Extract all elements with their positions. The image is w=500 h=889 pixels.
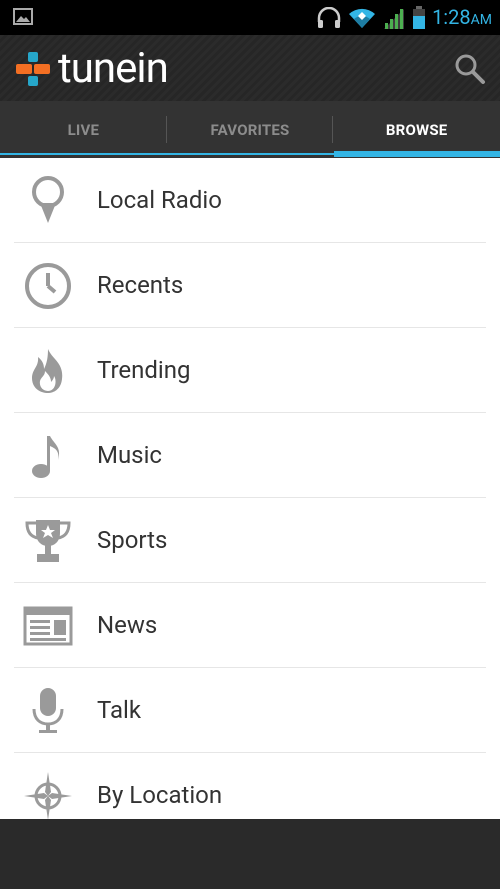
bottom-bar: [0, 819, 500, 889]
list-item-recents[interactable]: Recents: [14, 243, 486, 328]
status-bar: 1:28AM: [0, 0, 500, 35]
tunein-plus-icon: [16, 52, 50, 86]
list-item-sports[interactable]: Sports: [14, 498, 486, 583]
list-item-label: Recents: [97, 271, 184, 299]
headphones-icon: [317, 7, 341, 28]
tab-bar: LIVE FAVORITES BROWSE: [0, 101, 500, 158]
clock-time: 1:28AM: [432, 4, 492, 29]
list-item-label: Talk: [97, 696, 142, 724]
list-item-label: Music: [97, 441, 162, 469]
list-item-by-location[interactable]: By Location: [14, 753, 486, 819]
active-tab-indicator: [334, 151, 500, 157]
list-item-label: By Location: [97, 781, 223, 809]
list-item-trending[interactable]: Trending: [14, 328, 486, 413]
battery-icon: [413, 6, 426, 29]
gallery-notification-icon: [13, 8, 33, 25]
list-item-label: News: [97, 611, 158, 639]
list-item-local-radio[interactable]: Local Radio: [14, 158, 486, 243]
list-item-label: Sports: [97, 526, 168, 554]
microphone-icon: [32, 688, 64, 733]
list-item-talk[interactable]: Talk: [14, 668, 486, 753]
brand-name: tunein: [58, 44, 169, 93]
app-bar: tunein: [0, 35, 500, 101]
fire-icon: [32, 349, 63, 393]
compass-icon: [24, 772, 72, 819]
wifi-icon: [349, 8, 376, 28]
tab-browse[interactable]: BROWSE: [333, 101, 500, 158]
browse-list: Local Radio Recents Trending Music Sport…: [0, 158, 500, 819]
tab-live[interactable]: LIVE: [0, 101, 167, 158]
list-item-news[interactable]: News: [14, 583, 486, 668]
list-item-music[interactable]: Music: [14, 413, 486, 498]
map-pin-icon: [32, 176, 64, 223]
clock-icon: [25, 263, 71, 309]
signal-icon: [384, 9, 405, 29]
tab-favorites[interactable]: FAVORITES: [167, 101, 334, 158]
newspaper-icon: [23, 606, 73, 646]
list-item-label: Trending: [97, 356, 191, 384]
music-note-icon: [32, 436, 60, 478]
tunein-logo[interactable]: tunein: [16, 44, 169, 93]
search-icon[interactable]: [454, 53, 486, 85]
list-item-label: Local Radio: [97, 186, 222, 214]
trophy-icon: [25, 520, 71, 562]
